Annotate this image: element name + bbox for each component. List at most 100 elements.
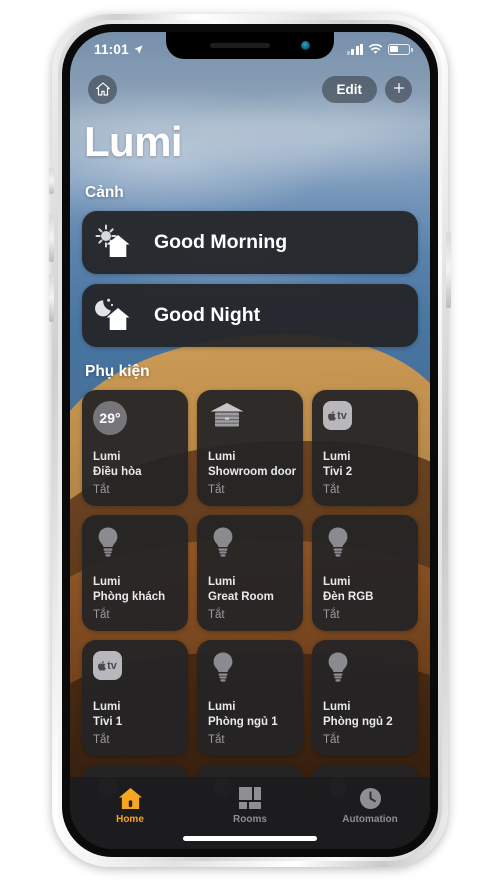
scene-good-morning[interactable]: Good Morning [82,211,418,274]
power-button[interactable] [446,232,451,308]
lightbulb-icon [323,651,408,689]
plus-icon [393,83,404,93]
accessory-home: Lumi [323,700,351,713]
rooms-grid-icon [239,785,261,811]
apple-tv-badge: tv [323,401,352,430]
apple-tv-text: tv [337,409,347,422]
accessory-text: Lumi Phòng ngủ 1 Tắt [208,700,293,748]
scene-label: Good Night [154,304,261,326]
accessory-name: Tivi 2 [323,466,353,479]
accessory-home: Lumi [208,700,236,713]
earpiece-speaker [210,43,270,48]
apple-tv-icon: tv [93,651,178,689]
accessory-tile[interactable]: Lumi Phòng khách Tắt [82,515,188,631]
accessory-tile[interactable]: tv Lumi Tivi 2 Tắt [312,390,418,506]
mute-switch[interactable] [49,168,54,194]
apple-logo-icon [98,660,106,671]
tab-home[interactable]: Home [70,785,190,825]
accessory-name: Showroom door [208,466,297,479]
accessory-home: Lumi [323,575,351,588]
accessory-state: Tắt [208,733,225,746]
lightbulb-icon [93,526,178,564]
clock-icon [359,785,382,811]
accessory-text: Lumi Phòng khách Tắt [93,575,178,623]
top-nav-bar: Edit [70,70,430,108]
nav-actions: Edit [321,75,412,103]
status-bar-right [346,43,413,55]
home-indicator[interactable] [183,836,317,841]
accessory-home: Lumi [208,575,236,588]
thermostat-icon: 29° [93,401,178,439]
front-camera-icon [301,41,310,50]
status-bar-left: 11:01 [94,42,144,57]
tab-automation[interactable]: Automation [310,785,430,825]
lightbulb-icon [208,651,293,689]
apple-tv-badge: tv [93,651,122,680]
accessory-state: Tắt [323,733,340,746]
accessory-home: Lumi [323,450,351,463]
accessory-text: Lumi Great Room Tắt [208,575,293,623]
screenshot-stage: 11:01 Edit Lumi Cảnh Good Morning Good N… [0,0,500,881]
accessories-section-title: Phụ kiện [85,363,150,380]
house-filled-icon [118,785,143,811]
accessory-text: Lumi Đèn RGB Tắt [323,575,408,623]
accessory-tile[interactable]: Lumi Phòng ngủ 2 Tắt [312,640,418,756]
accessory-name: Điều hòa [93,466,142,479]
sun-house-icon [94,223,138,263]
accessory-state: Tắt [93,733,110,746]
lightbulb-icon [323,526,408,564]
accessory-home: Lumi [93,700,121,713]
moon-house-icon [94,296,138,336]
apple-tv-icon: tv [323,401,408,439]
accessory-tile[interactable]: tv Lumi Tivi 1 Tắt [82,640,188,756]
accessory-home: Lumi [208,450,236,463]
add-button[interactable] [385,75,412,103]
accessory-tile[interactable]: Lumi Đèn RGB Tắt [312,515,418,631]
home-menu-button[interactable] [88,74,117,104]
wifi-icon [368,43,383,54]
accessory-name: Phòng ngủ 2 [323,716,393,729]
accessory-tile[interactable]: 29° Lumi Điều hòa Tắt [82,390,188,506]
accessory-text: Lumi Phòng ngủ 2 Tắt [323,700,408,748]
scene-label: Good Morning [154,231,288,253]
accessory-name: Tivi 1 [93,716,123,729]
page-title: Lumi [84,118,183,165]
garage-door-icon [208,401,293,439]
accessory-tile[interactable]: Lumi Phòng ngủ 1 Tắt [197,640,303,756]
accessory-state: Tắt [208,608,225,621]
volume-down-button[interactable] [49,274,54,322]
status-bar-time: 11:01 [94,41,129,57]
accessory-state: Tắt [323,483,340,496]
scenes-list: Good Morning Good Night [82,211,418,347]
accessory-name: Great Room [208,591,274,604]
accessory-text: Lumi Điều hòa Tắt [93,450,178,498]
apple-tv-text: tv [107,659,117,672]
accessory-home: Lumi [93,575,121,588]
edit-button[interactable]: Edit [321,75,377,103]
accessory-home: Lumi [93,450,121,463]
battery-icon [388,43,413,55]
accessory-text: Lumi Tivi 2 Tắt [323,450,408,498]
tab-label: Rooms [233,814,267,825]
notch [166,32,334,59]
accessory-state: Tắt [93,608,110,621]
tab-label: Home [116,814,144,825]
accessory-name: Phòng khách [93,591,166,604]
accessory-text: Lumi Showroom door Tắt [208,450,297,498]
scenes-section-title: Cảnh [85,184,124,201]
accessory-tile[interactable]: Lumi Showroom door Tắt [197,390,303,506]
phone-screen: 11:01 Edit Lumi Cảnh Good Morning Good N… [70,32,430,849]
tab-label: Automation [342,814,398,825]
scene-good-night[interactable]: Good Night [82,284,418,347]
location-arrow-icon [134,44,143,54]
accessory-state: Tắt [208,483,225,496]
accessory-text: Lumi Tivi 1 Tắt [93,700,178,748]
apple-logo-icon [328,410,336,421]
temperature-value: 29° [93,401,127,435]
accessory-name: Phòng ngủ 1 [208,716,278,729]
cellular-signal-icon [346,43,363,55]
volume-up-button[interactable] [49,214,54,262]
accessory-tile[interactable]: Lumi Great Room Tắt [197,515,303,631]
accessory-state: Tắt [93,483,110,496]
tab-rooms[interactable]: Rooms [190,785,310,825]
